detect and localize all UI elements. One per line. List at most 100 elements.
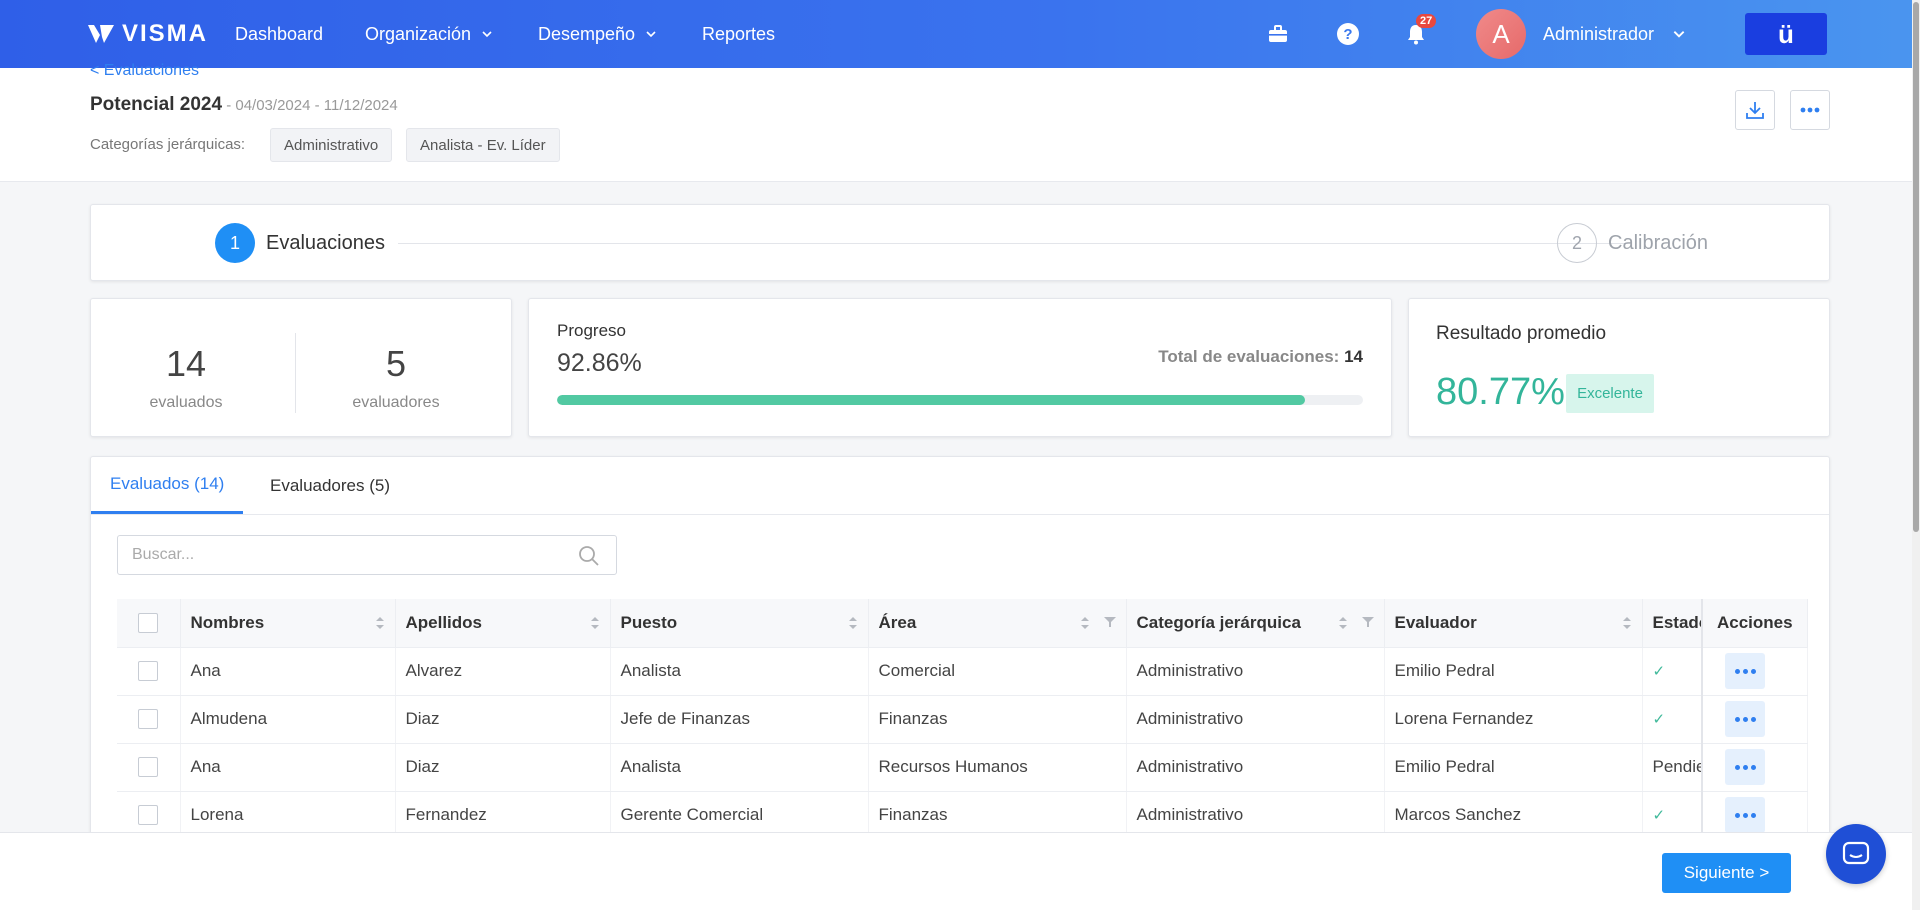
nav-item-reportes[interactable]: Reportes xyxy=(702,0,775,68)
search-input[interactable] xyxy=(118,536,558,574)
column-header-estado[interactable]: Estado xyxy=(1642,599,1703,648)
cell-evaluador: Marcos Sanchez xyxy=(1384,791,1643,835)
column-header-label: Acciones xyxy=(1717,612,1793,632)
status-check-icon: ✓ xyxy=(1652,663,1666,680)
status-text: Pendie xyxy=(1652,757,1702,776)
column-header-area[interactable]: Área xyxy=(868,599,1127,648)
briefcase-icon[interactable] xyxy=(1266,22,1290,46)
step-1-circle[interactable]: 1 xyxy=(215,223,255,263)
row-select-cell xyxy=(117,743,181,792)
row-actions-button[interactable] xyxy=(1725,653,1765,689)
nav-item-dashboard[interactable]: Dashboard xyxy=(235,0,323,68)
row-actions-button[interactable] xyxy=(1725,797,1765,833)
table-row[interactable]: Lorena Fernandez Gerente Comercial Finanzas… xyxy=(117,791,1808,835)
apps-button[interactable]: ü xyxy=(1745,13,1827,55)
table-row[interactable]: Ana Alvarez Analista Comercial Administrativ… xyxy=(117,647,1808,696)
cell-estado: ✓ xyxy=(1642,695,1703,744)
table-row[interactable]: Ana Diaz Analista Recursos Humanos Administr… xyxy=(117,743,1808,792)
step-number: 1 xyxy=(229,232,240,253)
stepper: 1 Evaluaciones 2 Calibración xyxy=(90,204,1830,281)
nav-item-desempeno[interactable]: Desempeño xyxy=(538,0,657,68)
step-number: 2 xyxy=(1571,232,1582,253)
nav-item-label: Reportes xyxy=(702,23,776,44)
search-icon[interactable] xyxy=(578,545,600,567)
cell-nombres: Ana xyxy=(180,743,396,792)
nav-item-label: Desempeño xyxy=(538,23,636,44)
column-header-acciones: Acciones xyxy=(1701,599,1808,648)
next-button[interactable]: Siguiente > xyxy=(1662,853,1791,893)
evaluados-label: evaluados xyxy=(149,394,223,411)
nav-item-organizacion[interactable]: Organización xyxy=(365,0,493,68)
sort-icon[interactable] xyxy=(1080,615,1090,631)
chat-button[interactable] xyxy=(1826,824,1886,884)
back-link[interactable]: < Evaluaciones xyxy=(90,62,199,80)
table-header-row: Nombres Apellidos Puesto Área Categoría … xyxy=(117,599,1808,648)
sort-icon[interactable] xyxy=(848,615,858,631)
chat-icon xyxy=(1842,841,1870,865)
column-header-puesto[interactable]: Puesto xyxy=(610,599,869,648)
select-all-cell xyxy=(117,599,181,648)
more-options-button[interactable] xyxy=(1790,90,1830,130)
sort-icon[interactable] xyxy=(1338,615,1348,631)
progress-bar-fill xyxy=(557,395,1306,405)
download-icon xyxy=(1746,102,1764,119)
row-checkbox[interactable] xyxy=(138,805,159,826)
cell-estado: Pendie xyxy=(1642,743,1703,792)
page-title: Potencial 2024 - 04/03/2024 - 11/12/2024 xyxy=(90,94,398,116)
progress-bar xyxy=(557,395,1363,405)
download-button[interactable] xyxy=(1735,90,1775,130)
cell-area: Comercial xyxy=(868,647,1127,696)
sort-icon[interactable] xyxy=(375,615,385,631)
row-actions-button[interactable] xyxy=(1725,749,1765,785)
column-header-nombres[interactable]: Nombres xyxy=(180,599,396,648)
cell-apellidos: Diaz xyxy=(395,743,611,792)
user-menu[interactable]: Administrador xyxy=(1543,0,1686,68)
cell-area: Finanzas xyxy=(868,695,1127,744)
column-header-evaluador[interactable]: Evaluador xyxy=(1384,599,1643,648)
column-header-apellidos[interactable]: Apellidos xyxy=(395,599,611,648)
cell-estado: ✓ xyxy=(1642,647,1703,696)
row-checkbox[interactable] xyxy=(138,757,159,778)
result-value: 80.77% xyxy=(1436,371,1565,413)
svg-text:?: ? xyxy=(1343,26,1352,43)
avatar[interactable]: A xyxy=(1476,9,1526,59)
row-actions-button[interactable] xyxy=(1725,701,1765,737)
column-header-categoria[interactable]: Categoría jerárquica xyxy=(1126,599,1385,648)
sort-icon[interactable] xyxy=(590,615,600,631)
cell-nombres: Almudena xyxy=(180,695,396,744)
tab-evaluadores[interactable]: Evaluadores (5) xyxy=(259,457,401,514)
cell-evaluador: Lorena Fernandez xyxy=(1384,695,1643,744)
cell-area: Finanzas xyxy=(868,791,1127,835)
result-badge: Excelente xyxy=(1566,374,1654,413)
cell-apellidos: Alvarez xyxy=(395,647,611,696)
step-2-circle[interactable]: 2 xyxy=(1557,223,1597,263)
cell-puesto: Gerente Comercial xyxy=(610,791,869,835)
progress-total: Total de evaluaciones: 14 xyxy=(1158,347,1363,367)
progress-percent: 92.86% xyxy=(557,349,642,377)
bell-icon[interactable]: 27 xyxy=(1404,14,1437,46)
evaluation-dates: - 04/03/2024 - 11/12/2024 xyxy=(222,97,398,114)
row-checkbox[interactable] xyxy=(138,661,159,682)
cell-evaluador: Emilio Pedral xyxy=(1384,743,1643,792)
notification-badge: 27 xyxy=(1416,14,1437,28)
tab-evaluados[interactable]: Evaluados (14) xyxy=(91,457,244,514)
table-row[interactable]: Almudena Diaz Jefe de Finanzas Finanzas Admi… xyxy=(117,695,1808,744)
row-checkbox[interactable] xyxy=(138,709,159,730)
user-name: Administrador xyxy=(1543,23,1655,44)
step-2-label[interactable]: Calibración xyxy=(1608,232,1708,255)
select-all-checkbox[interactable] xyxy=(138,613,159,633)
sort-icon[interactable] xyxy=(1622,615,1632,631)
filter-icon[interactable] xyxy=(1361,616,1374,628)
search-box xyxy=(117,535,617,575)
footer-bar: Siguiente > xyxy=(0,832,1920,910)
help-icon[interactable]: ? xyxy=(1336,22,1360,46)
filter-icon[interactable] xyxy=(1103,616,1116,628)
step-1-label[interactable]: Evaluaciones xyxy=(266,232,385,255)
visma-logo[interactable]: VISMA xyxy=(86,20,208,48)
result-card: Resultado promedio 80.77% Excelente xyxy=(1408,298,1830,437)
cell-puesto: Jefe de Finanzas xyxy=(610,695,869,744)
cell-nombres: Lorena xyxy=(180,791,396,835)
scrollbar-thumb[interactable] xyxy=(1913,2,1919,532)
status-check-icon: ✓ xyxy=(1652,711,1666,728)
evaluadores-count: 5 xyxy=(385,343,407,384)
